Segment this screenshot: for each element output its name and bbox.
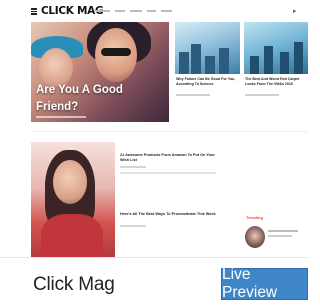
featured-post-title: Are You A Good Friend? [36, 84, 123, 113]
post-meta-2 [120, 225, 146, 227]
featured-post-image: Are You A Good Friend? [31, 22, 169, 122]
thumb-image-a [175, 22, 240, 74]
nav-menu [96, 10, 172, 12]
live-preview-button[interactable]: Live Preview [221, 266, 308, 301]
trending-lines [268, 230, 298, 237]
menu-icon [31, 8, 37, 15]
thumb-caption-b: The Best And Worst Red Carpet Looks From… [245, 77, 300, 86]
excerpt-line [120, 172, 216, 174]
thumb-caption-a: Why Failure Can Be Good For You, Accordi… [176, 77, 236, 86]
post-title-1: 21 Awesome Products From Amazon To Put O… [120, 153, 215, 162]
meta-line [245, 94, 279, 96]
theme-screenshot[interactable]: CLICK MAG ▸ Are You A Good Friend? Why F… [0, 0, 308, 258]
post-title-2: Here's All The Best Ways To Procrastinat… [120, 212, 216, 216]
trending-label: Trending [246, 215, 263, 220]
thumb-image-b [244, 22, 308, 74]
section-divider [31, 131, 308, 132]
meta-line [176, 94, 210, 96]
site-logo: CLICK MAG [41, 5, 104, 17]
trending-avatar [245, 226, 265, 248]
search-icon: ▸ [293, 8, 297, 15]
theme-name: Click Mag [33, 274, 115, 295]
site-header: CLICK MAG ▸ [0, 0, 308, 22]
post-meta-1 [120, 166, 146, 168]
post-image-2 [31, 142, 115, 257]
